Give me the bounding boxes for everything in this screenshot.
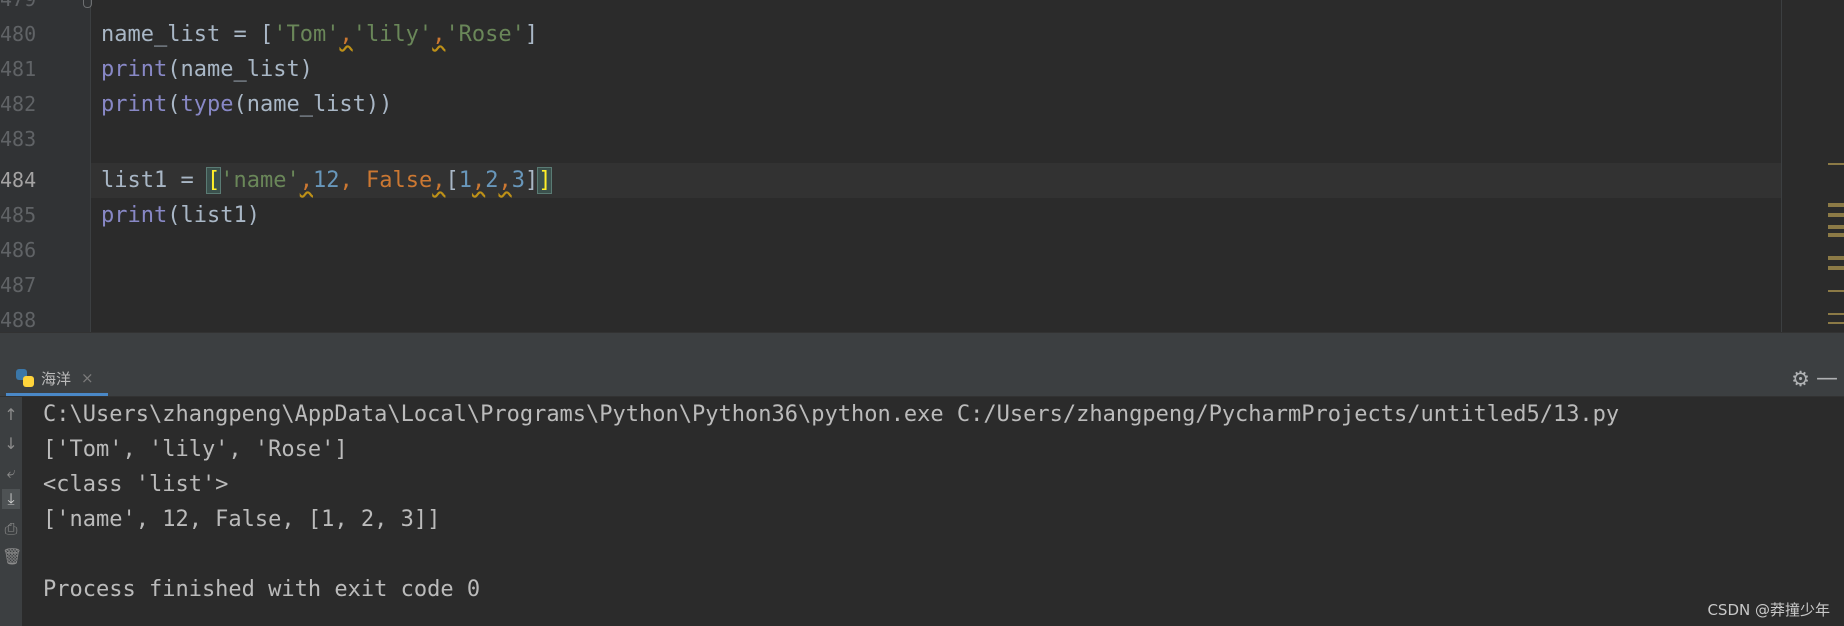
code-editor[interactable]: 479 480 481 482 483 484 485 486 487 488 … <box>0 0 1844 332</box>
console-line: ['Tom', 'lily', 'Rose'] <box>43 437 348 462</box>
code-line-485: print(list1) <box>0 198 1780 233</box>
stripe-mark[interactable] <box>1828 266 1844 270</box>
pycharm-window: 479 480 481 482 483 484 485 486 487 488 … <box>0 0 1844 626</box>
code-token: ] <box>524 22 539 47</box>
builtin-function: print <box>101 57 168 82</box>
code-token: name_list <box>101 22 221 47</box>
run-console-output[interactable]: C:\Users\zhangpeng\AppData\Local\Program… <box>22 397 1844 626</box>
error-stripe[interactable] <box>1782 0 1844 332</box>
stripe-mark[interactable] <box>1828 313 1844 315</box>
code-token: (name_list)) <box>233 92 393 117</box>
console-line: C:\Users\zhangpeng\AppData\Local\Program… <box>43 402 1620 427</box>
trash-icon[interactable]: 🗑 <box>2 547 22 567</box>
line-number: 488 <box>0 308 37 332</box>
stripe-mark[interactable] <box>1828 233 1844 237</box>
stripe-mark[interactable] <box>1828 163 1844 165</box>
stripe-mark[interactable] <box>1828 225 1844 229</box>
builtin-function: print <box>101 203 168 228</box>
stripe-mark[interactable] <box>1828 322 1844 324</box>
console-line: ['name', 12, False, [1, 2, 3]] <box>43 507 441 532</box>
builtin-function: print <box>101 92 168 117</box>
close-icon[interactable]: × <box>81 369 94 387</box>
pep8-warning-comma: , <box>432 168 446 193</box>
watermark: CSDN @莽撞少年 <box>1707 601 1830 619</box>
pep8-warning-comma: , <box>339 22 353 47</box>
code-token: , <box>339 168 366 193</box>
minimize-icon[interactable]: — <box>1816 367 1838 391</box>
scroll-up-icon[interactable]: ↑ <box>2 405 20 425</box>
code-line-479: """ <box>0 0 1780 17</box>
gear-icon[interactable]: ⚙ <box>1791 367 1810 391</box>
run-tab-label: 海洋 <box>41 369 72 388</box>
number-literal: 12 <box>312 168 340 193</box>
pep8-warning-comma: , <box>498 168 512 193</box>
code-token: = <box>220 22 260 47</box>
print-icon[interactable]: ⎙ <box>2 519 20 539</box>
builtin-function: type <box>180 92 234 117</box>
stripe-mark[interactable] <box>1828 290 1844 292</box>
matched-bracket: [ <box>205 167 222 194</box>
string-literal: 'Rose' <box>445 22 525 47</box>
code-line-480: name_list = ['Tom','lily','Rose'] <box>0 17 1780 52</box>
pep8-warning-comma: , <box>432 22 446 47</box>
pep8-warning-comma: , <box>471 168 486 193</box>
soft-wrap-icon[interactable]: ⤶ <box>2 463 20 483</box>
console-line: <class 'list'> <box>43 472 229 497</box>
string-literal: 'Tom' <box>273 22 340 47</box>
code-token: ] <box>524 168 539 193</box>
code-token: ( <box>167 92 181 117</box>
code-token: (list1) <box>167 203 260 228</box>
console-line: Process finished with exit code 0 <box>43 577 481 602</box>
matched-bracket: ] <box>537 167 553 194</box>
code-line-481: print(name_list) <box>0 52 1780 87</box>
code-token: list1 <box>101 168 168 193</box>
keyword: False <box>365 168 433 193</box>
stripe-mark[interactable] <box>1828 256 1844 260</box>
panel-splitter[interactable] <box>0 332 1844 364</box>
code-token: [ <box>259 22 274 47</box>
code-line-482: print(type(name_list)) <box>0 87 1780 122</box>
code-line-484: list1 = ['name',12, False,[1,2,3]] <box>0 163 1780 198</box>
python-icon <box>16 369 34 387</box>
run-toolbar: ↑ ↓ ⤶ ⤓ ⎙ 🗑 <box>0 397 22 626</box>
scroll-down-icon[interactable]: ↓ <box>2 434 20 454</box>
stripe-mark[interactable] <box>1828 213 1844 217</box>
stripe-mark[interactable] <box>1828 203 1844 207</box>
string-literal: 'lily' <box>352 22 433 47</box>
run-tab[interactable]: 海洋 × <box>6 363 108 396</box>
string-literal: 'name' <box>220 168 300 193</box>
code-token: [ <box>445 168 459 193</box>
number-literal: 3 <box>511 168 525 193</box>
code-token: (name_list) <box>167 57 313 82</box>
number-literal: 2 <box>485 168 499 193</box>
pep8-warning-comma: , <box>299 168 313 193</box>
run-panel-header: 海洋 × ⚙ — <box>0 363 1844 397</box>
docstring-end: """ <box>101 0 141 12</box>
number-literal: 1 <box>458 168 472 193</box>
scroll-to-end-icon[interactable]: ⤓ <box>2 489 20 509</box>
code-token: = <box>167 168 207 193</box>
